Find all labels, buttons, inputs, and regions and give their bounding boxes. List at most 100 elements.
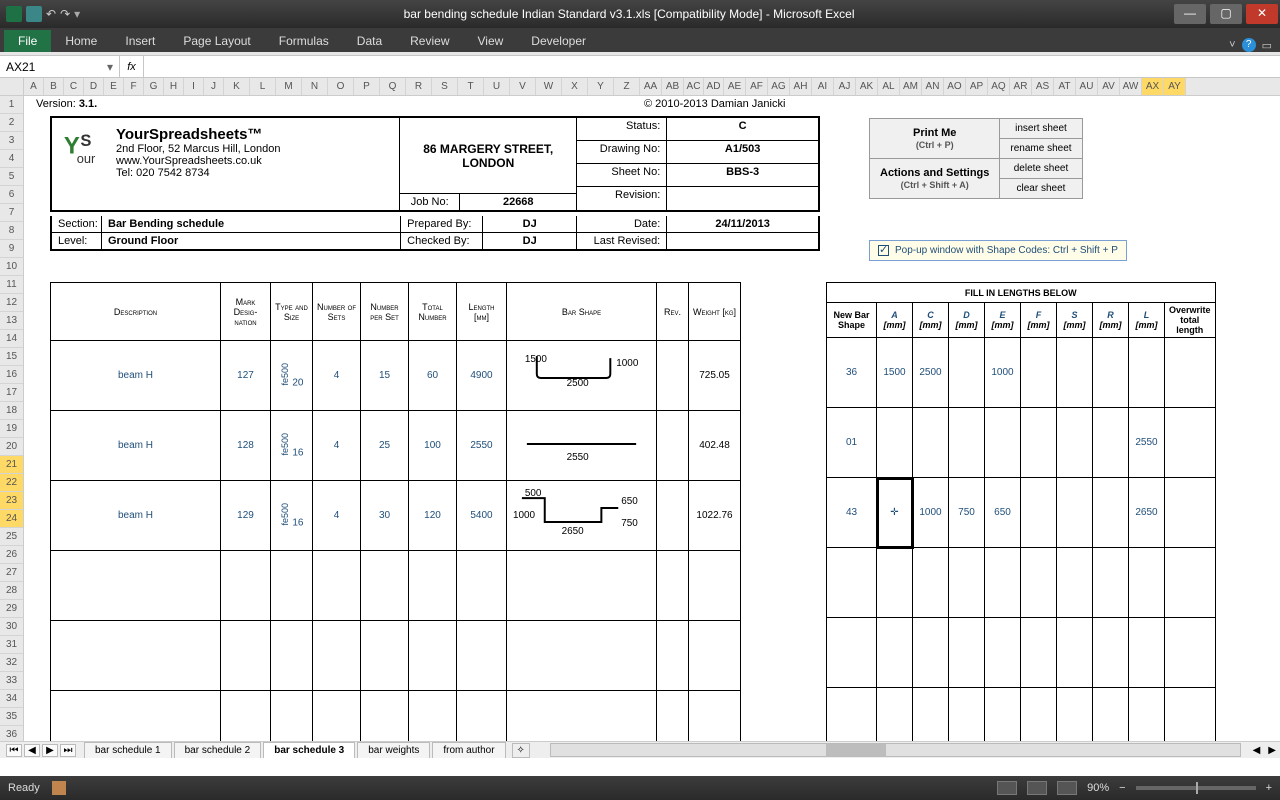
- row-header[interactable]: 7: [0, 204, 23, 222]
- row-header[interactable]: 28: [0, 582, 23, 600]
- col-header[interactable]: A: [24, 78, 44, 95]
- hscrollbar[interactable]: [550, 743, 1241, 757]
- bbs-row[interactable]: beam H128 fe500 16 4251002550 2550 402.4…: [51, 411, 741, 481]
- col-header[interactable]: AU: [1076, 78, 1098, 95]
- col-header[interactable]: AL: [878, 78, 900, 95]
- row-header[interactable]: 5: [0, 168, 23, 186]
- row-header[interactable]: 34: [0, 690, 23, 708]
- row-header[interactable]: 27: [0, 564, 23, 582]
- col-header[interactable]: H: [164, 78, 184, 95]
- col-header[interactable]: K: [224, 78, 250, 95]
- row-header[interactable]: 13: [0, 312, 23, 330]
- col-header[interactable]: N: [302, 78, 328, 95]
- row-header[interactable]: 1: [0, 96, 23, 114]
- zoom-in-icon[interactable]: +: [1266, 782, 1272, 794]
- col-header[interactable]: AO: [944, 78, 966, 95]
- row-header[interactable]: 31: [0, 636, 23, 654]
- clear-sheet-button[interactable]: clear sheet: [1000, 179, 1082, 199]
- sheet-tab[interactable]: from author: [432, 742, 505, 758]
- ribbon-tab[interactable]: Data: [343, 30, 396, 52]
- col-header[interactable]: AW: [1120, 78, 1142, 95]
- col-header[interactable]: AQ: [988, 78, 1010, 95]
- col-header[interactable]: T: [458, 78, 484, 95]
- qat-dropdown-icon[interactable]: ▾: [74, 7, 80, 21]
- col-header[interactable]: G: [144, 78, 164, 95]
- col-header[interactable]: O: [328, 78, 354, 95]
- zoom-out-icon[interactable]: −: [1119, 782, 1125, 794]
- sheet-tab[interactable]: bar schedule 2: [174, 742, 262, 758]
- normal-view-icon[interactable]: [997, 781, 1017, 795]
- row-header[interactable]: 3: [0, 132, 23, 150]
- checkbox-icon[interactable]: [878, 245, 889, 256]
- sheet-nav[interactable]: ⏮◀▶⏭: [0, 744, 82, 757]
- col-header[interactable]: L: [250, 78, 276, 95]
- col-header[interactable]: Q: [380, 78, 406, 95]
- row-header[interactable]: 6: [0, 186, 23, 204]
- row-header[interactable]: 30: [0, 618, 23, 636]
- col-header[interactable]: V: [510, 78, 536, 95]
- undo-icon[interactable]: ↶: [46, 7, 56, 21]
- page-break-view-icon[interactable]: [1057, 781, 1077, 795]
- col-header[interactable]: W: [536, 78, 562, 95]
- row-header[interactable]: 10: [0, 258, 23, 276]
- bbs-row[interactable]: [51, 621, 741, 691]
- col-header[interactable]: AJ: [834, 78, 856, 95]
- col-header[interactable]: AK: [856, 78, 878, 95]
- bbs-row[interactable]: beam H129 fe500 16 4301205400 5001000265…: [51, 481, 741, 551]
- redo-icon[interactable]: ↷: [60, 7, 70, 21]
- sheet-tab[interactable]: bar schedule 3: [263, 742, 355, 758]
- col-header[interactable]: AV: [1098, 78, 1120, 95]
- fill-lengths-table[interactable]: FILL IN LENGTHS BELOW New Bar Shape A[mm…: [826, 282, 1216, 750]
- row-header[interactable]: 11: [0, 276, 23, 294]
- ribbon-tab[interactable]: Insert: [111, 30, 169, 52]
- row-header[interactable]: 14: [0, 330, 23, 348]
- col-header[interactable]: AE: [724, 78, 746, 95]
- row-header[interactable]: 26: [0, 546, 23, 564]
- row-header[interactable]: 25: [0, 528, 23, 546]
- col-header[interactable]: AA: [640, 78, 662, 95]
- file-tab[interactable]: File: [4, 30, 51, 52]
- col-header[interactable]: Y: [588, 78, 614, 95]
- col-header[interactable]: AT: [1054, 78, 1076, 95]
- row-header[interactable]: 35: [0, 708, 23, 726]
- row-header[interactable]: 17: [0, 384, 23, 402]
- row-header[interactable]: 23: [0, 492, 23, 510]
- col-header[interactable]: AD: [704, 78, 724, 95]
- col-header[interactable]: AB: [662, 78, 684, 95]
- bbs-row[interactable]: beam H127 fe500 20 415604900 15002500100…: [51, 341, 741, 411]
- actions-button[interactable]: Actions and Settings(Ctrl + Shift + A): [870, 159, 1000, 199]
- col-header[interactable]: AF: [746, 78, 768, 95]
- col-header[interactable]: E: [104, 78, 124, 95]
- col-header[interactable]: P: [354, 78, 380, 95]
- col-header[interactable]: AN: [922, 78, 944, 95]
- row-header[interactable]: 4: [0, 150, 23, 168]
- col-header[interactable]: S: [432, 78, 458, 95]
- maximize-button[interactable]: ▢: [1210, 4, 1242, 24]
- col-header[interactable]: F: [124, 78, 144, 95]
- col-header[interactable]: AX: [1142, 78, 1164, 95]
- col-header[interactable]: AP: [966, 78, 988, 95]
- col-header[interactable]: U: [484, 78, 510, 95]
- ribbon-tab[interactable]: Developer: [517, 30, 600, 52]
- print-button[interactable]: Print Me(Ctrl + P): [870, 119, 1000, 159]
- col-header[interactable]: B: [44, 78, 64, 95]
- col-header[interactable]: I: [184, 78, 204, 95]
- row-header[interactable]: 16: [0, 366, 23, 384]
- insert-sheet-button[interactable]: insert sheet: [1000, 119, 1082, 139]
- col-header[interactable]: AG: [768, 78, 790, 95]
- ribbon-tab[interactable]: Formulas: [265, 30, 343, 52]
- minimize-button[interactable]: —: [1174, 4, 1206, 24]
- ribbon-min-icon[interactable]: ˅: [1229, 39, 1235, 51]
- row-header[interactable]: 8: [0, 222, 23, 240]
- fill-row[interactable]: 36150025001000: [827, 338, 1216, 408]
- macro-record-icon[interactable]: [52, 781, 66, 795]
- ribbon-tab[interactable]: Review: [396, 30, 463, 52]
- fx-icon[interactable]: fx: [120, 56, 144, 77]
- col-header[interactable]: X: [562, 78, 588, 95]
- ribbon-tab[interactable]: Home: [51, 30, 111, 52]
- delete-sheet-button[interactable]: delete sheet: [1000, 159, 1082, 179]
- fill-row[interactable]: 012550: [827, 408, 1216, 478]
- row-header[interactable]: 21: [0, 456, 23, 474]
- col-header[interactable]: J: [204, 78, 224, 95]
- ribbon-tab[interactable]: View: [464, 30, 518, 52]
